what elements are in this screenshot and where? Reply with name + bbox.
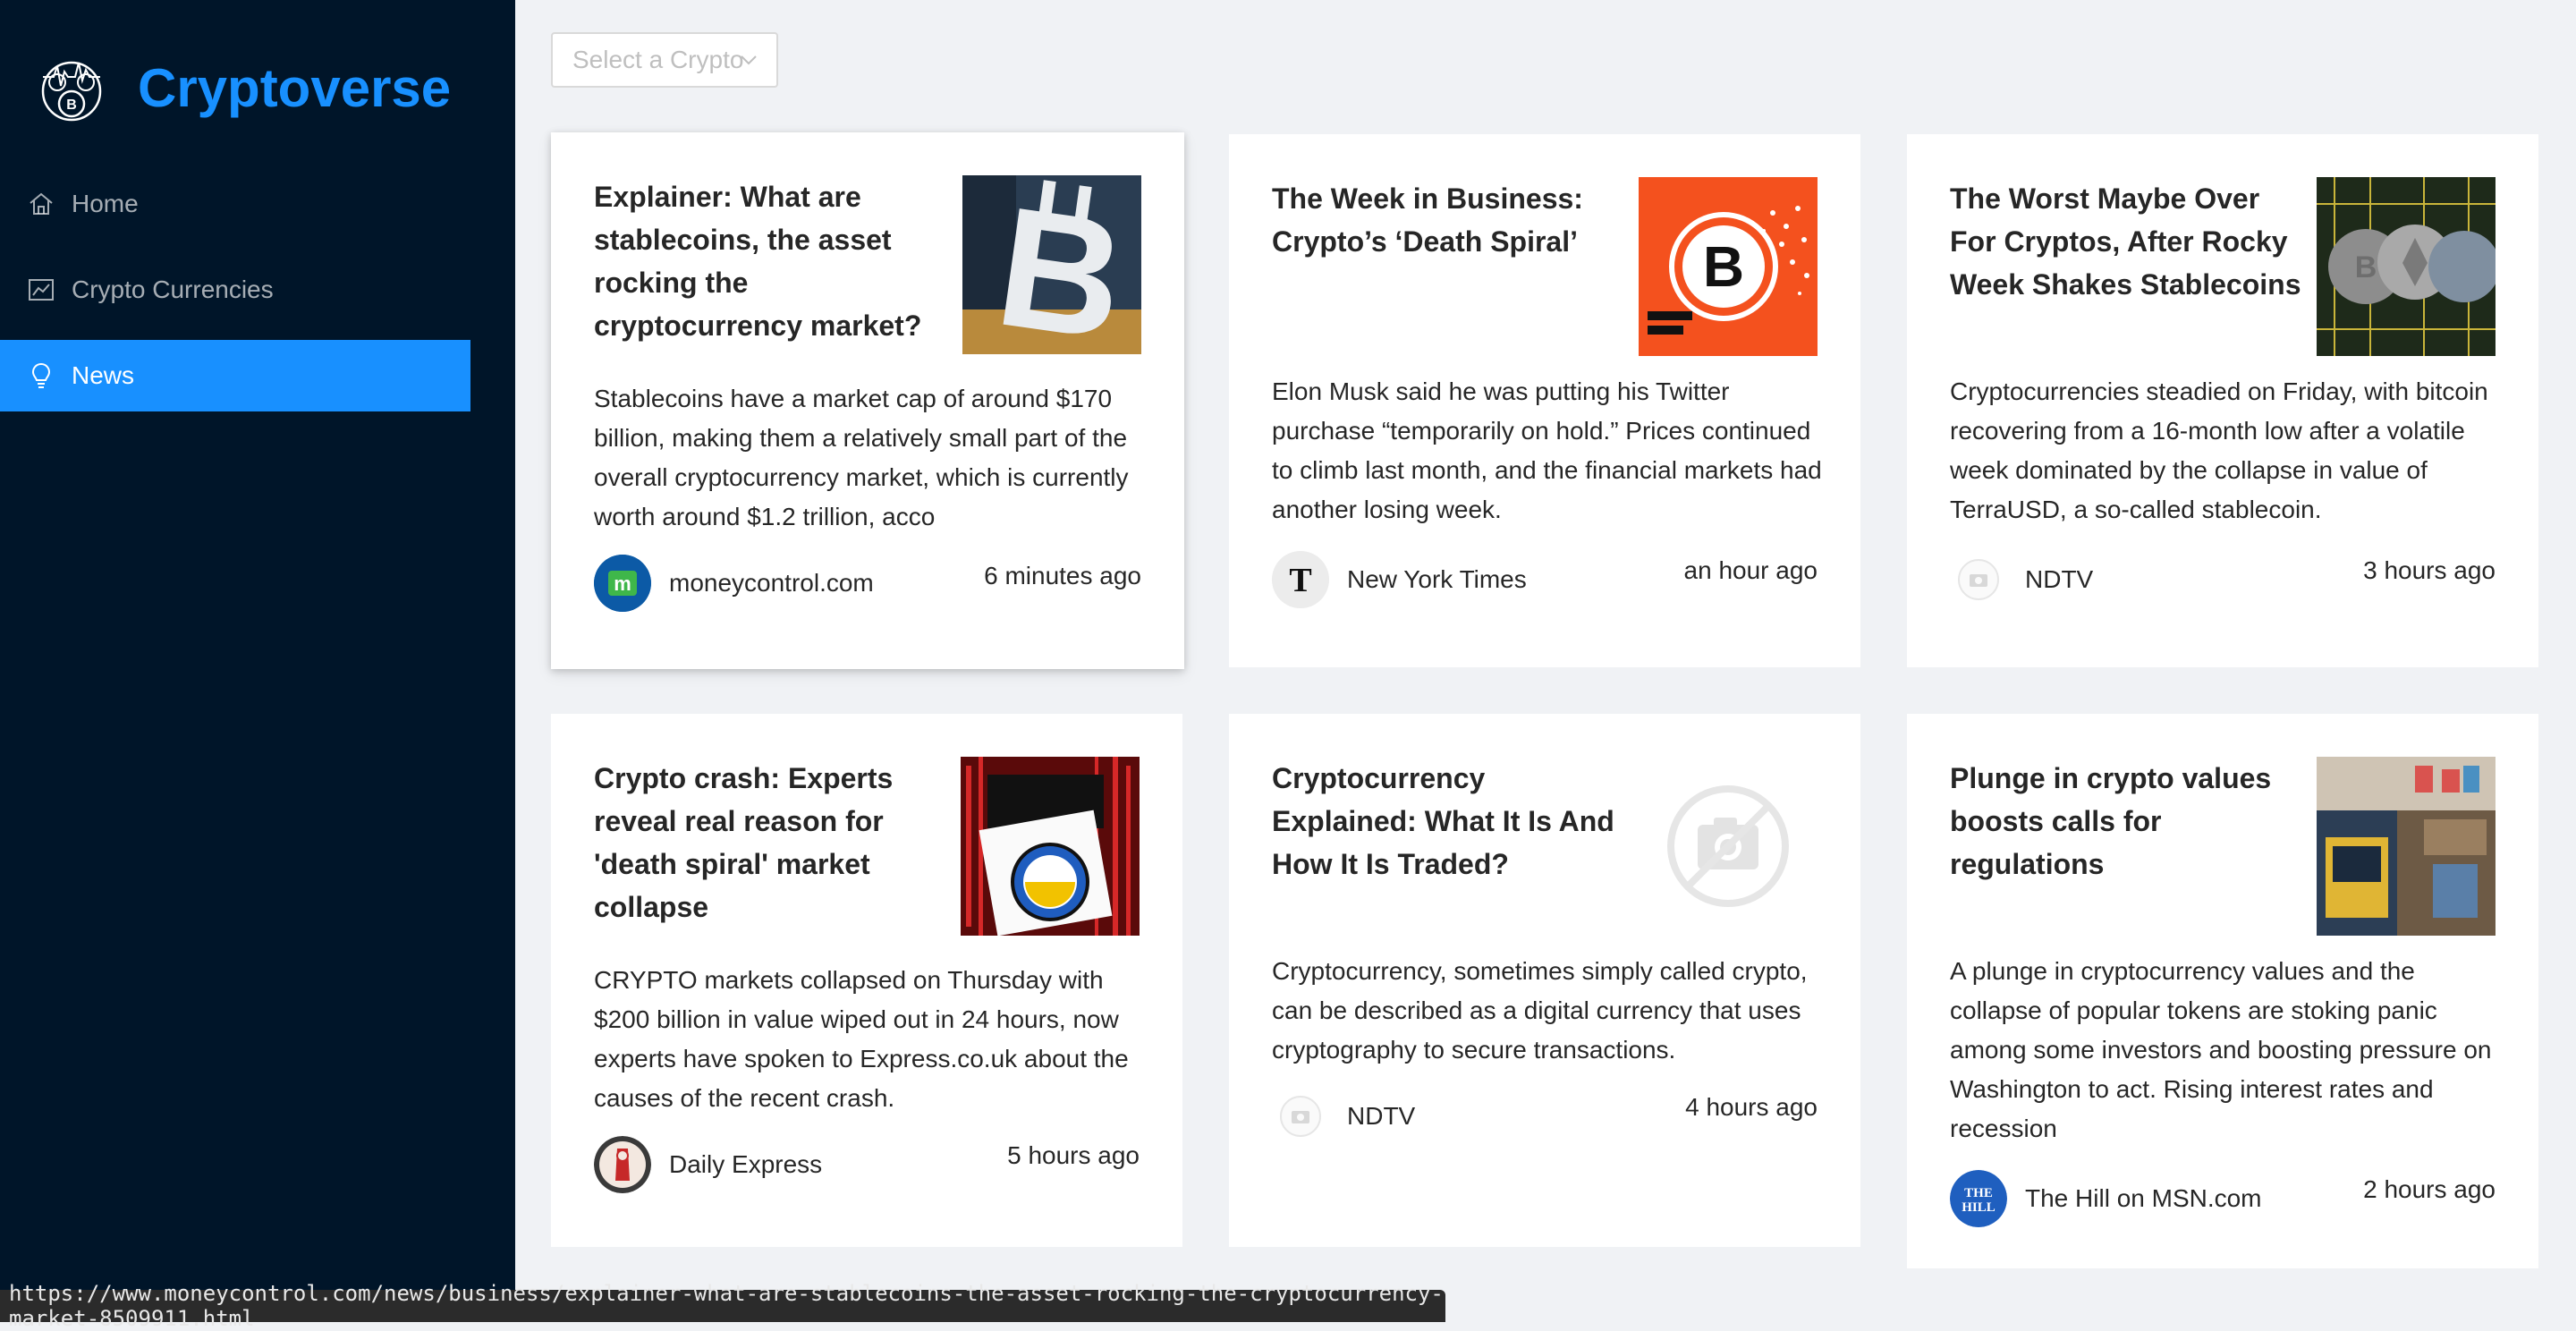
bitcoin-logo-icon: B <box>41 61 102 122</box>
news-provider[interactable]: Daily Express <box>594 1136 822 1193</box>
sidebar-item-label: Crypto Currencies <box>72 276 274 303</box>
news-description: A plunge in cryptocurrency values and th… <box>1950 957 2492 1142</box>
sidebar-item-home[interactable]: Home <box>0 168 470 240</box>
browser-status-url: https://www.moneycontrol.com/news/busine… <box>0 1281 1445 1331</box>
status-url-text: https://www.moneycontrol.com/news/busine… <box>9 1281 1444 1331</box>
svg-text:B: B <box>987 175 1134 354</box>
sidebar-item-label: News <box>72 361 135 389</box>
news-provider[interactable]: NDTV <box>1950 551 2093 608</box>
news-description: Cryptocurrencies steadied on Friday, wit… <box>1950 377 2488 523</box>
news-title[interactable]: Cryptocurrency Explained: What It Is And… <box>1272 757 1630 886</box>
camera-placeholder-icon <box>1950 551 2007 608</box>
news-time: an hour ago <box>1683 556 1818 584</box>
news-time: 5 hours ago <box>1007 1141 1140 1169</box>
crypto-select-placeholder: Select a Crypto <box>572 46 744 73</box>
news-card[interactable]: Plunge in crypto values boosts calls for… <box>1907 714 2538 1268</box>
news-provider[interactable]: THE HILL The Hill on MSN.com <box>1950 1170 2262 1227</box>
news-time: 4 hours ago <box>1685 1093 1818 1121</box>
news-time: 3 hours ago <box>2363 556 2496 584</box>
provider-avatar: m <box>594 555 651 612</box>
provider-name: New York Times <box>1347 565 1527 593</box>
sidebar-item-crypto-currencies[interactable]: Crypto Currencies <box>0 254 470 326</box>
news-description: Cryptocurrency, sometimes simply called … <box>1272 957 1808 1064</box>
svg-text:HILL: HILL <box>1962 1200 1996 1215</box>
news-title[interactable]: Crypto crash: Experts reveal real reason… <box>594 757 952 928</box>
logo[interactable]: B Cryptoverse <box>34 43 451 132</box>
nyt-logo-icon: T <box>1272 551 1329 608</box>
news-provider[interactable]: T New York Times <box>1272 551 1527 608</box>
news-thumbnail: B <box>1639 177 1818 356</box>
news-description: CRYPTO markets collapsed on Thursday wit… <box>594 966 1129 1112</box>
news-card[interactable]: Cryptocurrency Explained: What It Is And… <box>1229 714 1860 1247</box>
svg-text:B: B <box>2355 250 2377 284</box>
home-icon <box>30 192 53 215</box>
crypto-select[interactable]: Select a Crypto <box>551 32 778 88</box>
news-title[interactable]: Explainer: What are stablecoins, the ass… <box>594 175 952 347</box>
svg-text:THE: THE <box>1964 1186 1993 1200</box>
main-content: Select a Crypto Explainer: What are stab… <box>515 0 2576 1322</box>
news-time: 6 minutes ago <box>984 562 1141 589</box>
svg-text:B: B <box>66 97 77 113</box>
news-title[interactable]: The Worst Maybe Over For Cryptos, After … <box>1950 177 2308 306</box>
provider-name: NDTV <box>2025 565 2094 593</box>
svg-text:m: m <box>614 572 631 595</box>
provider-name: The Hill on MSN.com <box>2025 1184 2262 1212</box>
news-card[interactable]: The Week in Business: Crypto’s ‘Death Sp… <box>1229 134 1860 667</box>
news-thumbnail: B <box>962 175 1141 354</box>
line-chart-icon <box>29 279 54 301</box>
the-hill-logo-icon: THE HILL <box>1950 1170 2007 1227</box>
svg-text:B: B <box>1703 234 1744 299</box>
news-card[interactable]: The Worst Maybe Over For Cryptos, After … <box>1907 134 2538 667</box>
news-title[interactable]: Plunge in crypto values boosts calls for… <box>1950 757 2308 886</box>
provider-name: Daily Express <box>669 1150 823 1178</box>
news-description: Stablecoins have a market cap of around … <box>594 385 1129 530</box>
sidebar-menu: Home Crypto Currencies News <box>0 168 470 426</box>
provider-name: moneycontrol.com <box>669 569 874 597</box>
sidebar-item-news[interactable]: News <box>0 340 470 411</box>
news-card[interactable]: Crypto crash: Experts reveal real reason… <box>551 714 1182 1247</box>
news-description: Elon Musk said he was putting his Twitte… <box>1272 377 1822 523</box>
news-thumbnail: B <box>2317 177 2496 356</box>
news-thumbnail <box>2317 757 2496 936</box>
daily-express-logo-icon <box>594 1136 651 1193</box>
sidebar-item-label: Home <box>72 190 139 217</box>
sidebar: B Cryptoverse Home Crypto Currencies New… <box>0 0 515 1322</box>
news-card[interactable]: Explainer: What are stablecoins, the ass… <box>551 132 1184 669</box>
news-provider[interactable]: m moneycontrol.com <box>594 555 874 612</box>
chevron-down-icon <box>741 55 757 65</box>
bulb-icon <box>31 362 51 388</box>
news-time: 2 hours ago <box>2363 1175 2496 1203</box>
news-thumbnail <box>961 757 1140 936</box>
provider-name: NDTV <box>1347 1102 1416 1130</box>
camera-placeholder-icon <box>1272 1088 1329 1145</box>
app-title[interactable]: Cryptoverse <box>138 57 451 119</box>
no-image-icon <box>1639 757 1818 936</box>
news-provider[interactable]: NDTV <box>1272 1088 1415 1145</box>
svg-text:T: T <box>1289 562 1311 599</box>
news-title[interactable]: The Week in Business: Crypto’s ‘Death Sp… <box>1272 177 1630 263</box>
